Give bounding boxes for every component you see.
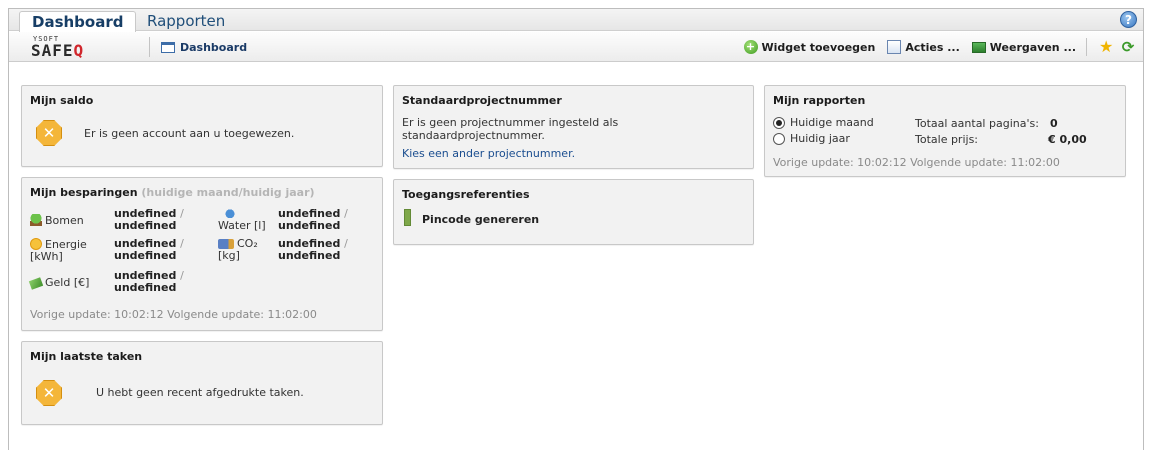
- savings-value-trees: undefined / undefined: [114, 207, 184, 232]
- choose-project-link[interactable]: Kies een ander projectnummer.: [402, 147, 575, 160]
- breadcrumb[interactable]: Dashboard: [161, 39, 247, 55]
- star-icon: ★: [1099, 37, 1114, 56]
- savings-value-energy: undefined / undefined: [114, 237, 184, 262]
- savings-label-water: Water [l]: [218, 206, 266, 232]
- widget-title: Mijn saldo: [30, 94, 94, 107]
- project-line-2: standaardprojectnummer.: [402, 129, 545, 142]
- tab-bar: Dashboard Rapporten ?: [9, 9, 1143, 32]
- money-icon: [28, 277, 44, 290]
- tab-rapporten[interactable]: Rapporten: [135, 11, 237, 32]
- total-price-label: Totale prijs:: [915, 133, 979, 146]
- document-icon: [887, 40, 902, 54]
- widget-title: Toegangsreferenties: [402, 188, 530, 201]
- tab-dashboard[interactable]: Dashboard: [19, 11, 137, 32]
- toolbar-divider: [149, 37, 150, 57]
- savings-label-co2: CO₂ [kg]: [218, 237, 258, 262]
- water-icon: [224, 206, 236, 218]
- add-widget-label: Widget toevoegen: [761, 40, 876, 54]
- saldo-message: Er is geen account aan u toegewezen.: [84, 127, 295, 140]
- savings-update-info: Vorige update: 10:02:12 Volgende update:…: [30, 308, 317, 321]
- radio-button[interactable]: [773, 116, 785, 129]
- breadcrumb-label: Dashboard: [180, 40, 248, 54]
- total-price-value: € 0,00: [1048, 133, 1087, 146]
- project-line-1: Er is geen projectnummer ingesteld als: [402, 116, 619, 129]
- plus-icon: +: [743, 40, 758, 54]
- ysoft-safeq-logo: YSOFT SAFEQ: [23, 35, 141, 60]
- toolbar-divider: [1086, 38, 1087, 56]
- radio-label: Huidig jaar: [790, 132, 850, 145]
- widget-tasks: Mijn laatste taken ✕ U hebt geen recent …: [21, 341, 383, 425]
- widget-title: Standaardprojectnummer: [402, 94, 562, 107]
- savings-value-co2: undefined / undefined: [278, 237, 348, 262]
- widget-title: Mijn besparingen (huidige maand/huidig j…: [30, 186, 315, 199]
- widget-project-number: Standaardprojectnummer Er is geen projec…: [393, 85, 754, 169]
- savings-label-energy: Energie [kWh]: [30, 238, 87, 263]
- widget-title: Mijn laatste taken: [30, 350, 143, 363]
- radio-current-month[interactable]: Huidige maand: [773, 116, 874, 129]
- widget-saldo: Mijn saldo ✕ Er is geen account aan u to…: [21, 85, 383, 167]
- views-icon: [971, 41, 986, 53]
- toolbar-actions: + Widget toevoegen Acties ... Weergaven …: [732, 38, 1136, 56]
- refresh-button[interactable]: ⟳: [1121, 38, 1135, 56]
- truck-icon: [218, 239, 234, 249]
- tree-icon: [30, 214, 42, 226]
- logo-big-text: SAFEQ: [31, 41, 85, 60]
- widget-title: Mijn rapporten: [773, 94, 866, 107]
- widget-access-references: Toegangsreferenties Pincode genereren: [393, 179, 754, 245]
- favorite-button[interactable]: ★: [1099, 37, 1114, 56]
- widget-reports: Mijn rapporten Huidige maand Huidig jaar…: [764, 85, 1126, 177]
- generate-pin-button[interactable]: Pincode genereren: [422, 213, 539, 226]
- savings-label-trees: Bomen: [30, 214, 84, 227]
- views-button[interactable]: Weergaven ...: [971, 40, 1076, 54]
- toolbar: YSOFT SAFEQ Dashboard + Widget toevoegen…: [9, 32, 1143, 62]
- help-icon[interactable]: ?: [1120, 11, 1137, 28]
- radio-current-year[interactable]: Huidig jaar: [773, 132, 850, 145]
- actions-label: Acties ...: [905, 40, 960, 54]
- total-pages-label: Totaal aantal pagina's:: [915, 117, 1039, 130]
- energy-icon: [30, 238, 42, 250]
- radio-label: Huidige maand: [790, 116, 874, 129]
- widget-savings: Mijn besparingen (huidige maand/huidig j…: [21, 177, 383, 331]
- refresh-icon: ⟳: [1121, 38, 1135, 56]
- warning-icon: ✕: [36, 120, 62, 146]
- pin-icon: [404, 209, 411, 226]
- actions-button[interactable]: Acties ...: [887, 40, 960, 54]
- reports-update-info: Vorige update: 10:02:12 Volgende update:…: [773, 156, 1060, 169]
- app-frame: Dashboard Rapporten ? YSOFT SAFEQ Dashbo…: [8, 8, 1144, 450]
- savings-value-money: undefined / undefined: [114, 269, 184, 294]
- savings-value-water: undefined / undefined: [278, 207, 348, 232]
- window-icon: [161, 41, 175, 53]
- add-widget-button[interactable]: + Widget toevoegen: [743, 40, 876, 54]
- savings-label-money: Geld [€]: [28, 276, 89, 290]
- tasks-message: U hebt geen recent afgedrukte taken.: [96, 386, 304, 399]
- total-pages-value: 0: [1050, 117, 1058, 130]
- radio-button[interactable]: [773, 132, 785, 145]
- views-label: Weergaven ...: [989, 40, 1076, 54]
- warning-icon: ✕: [36, 380, 62, 406]
